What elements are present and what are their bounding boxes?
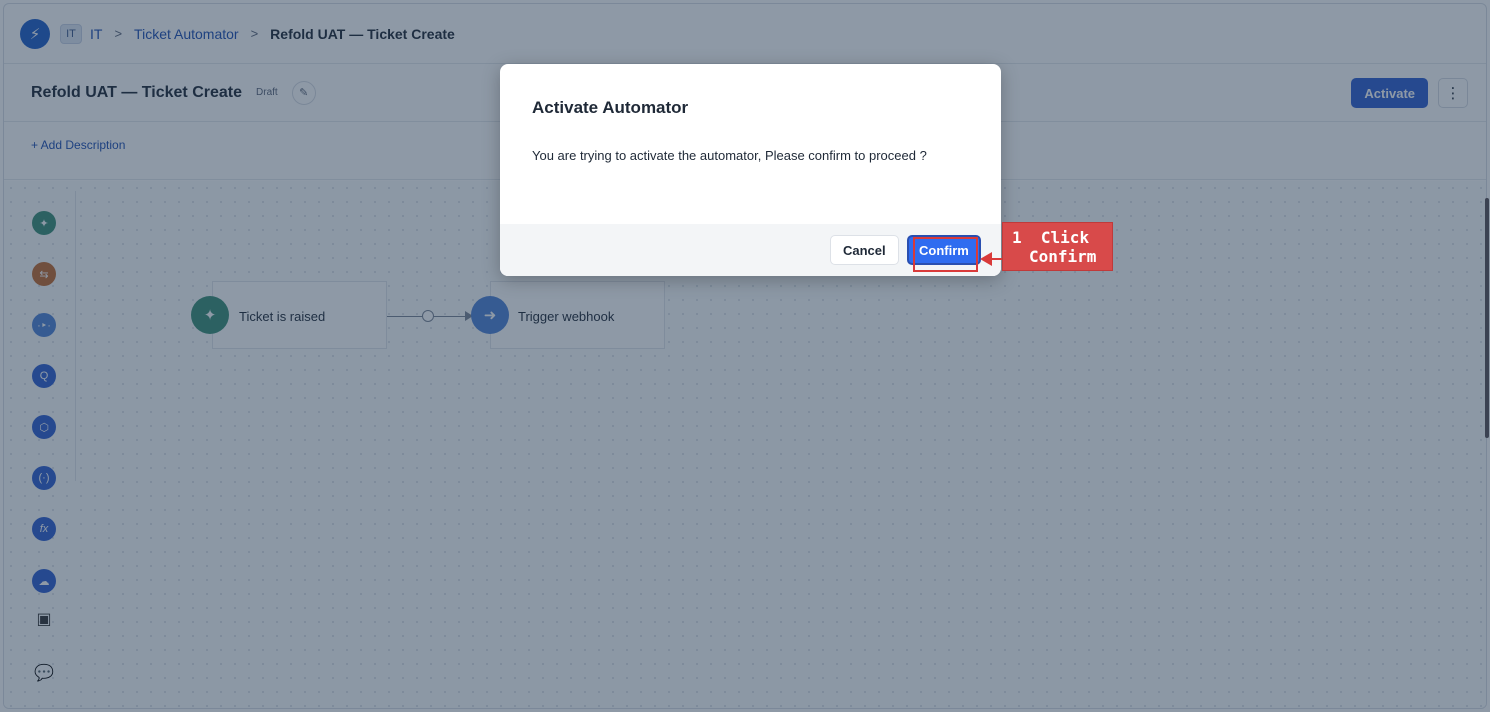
annotation-highlight [913, 237, 978, 272]
dialog-message: You are trying to activate the automator… [532, 148, 927, 163]
annotation-step: 1 [1012, 228, 1022, 247]
annotation-arrow-head-icon [980, 252, 992, 266]
cancel-button[interactable]: Cancel [830, 235, 899, 265]
scrollbar-thumb[interactable] [1485, 198, 1489, 438]
annotation-callout: 1 Click Confirm [1002, 222, 1113, 271]
annotation-line1: Click [1040, 228, 1090, 247]
annotation-line2: Confirm [1029, 247, 1097, 266]
dialog-title: Activate Automator [532, 98, 689, 117]
